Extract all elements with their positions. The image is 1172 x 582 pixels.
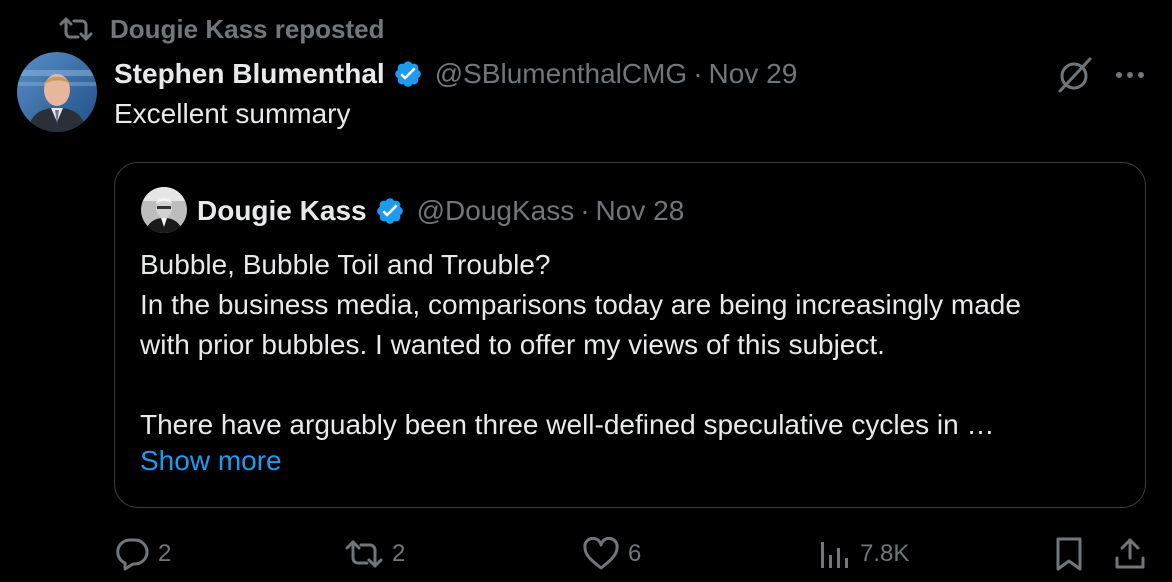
quoted-tweet-text: Bubble, Bubble Toil and Trouble? In the … — [140, 245, 1130, 445]
quoted-tweet-card[interactable]: Dougie Kass @DougKass · Nov 28 Bubble, B… — [114, 162, 1146, 508]
reply-count: 2 — [158, 540, 172, 567]
reply-button[interactable]: 2 — [114, 534, 171, 574]
repost-text: Dougie Kass reposted — [110, 13, 385, 44]
show-more-link[interactable]: Show more — [140, 445, 282, 477]
analytics-icon — [818, 538, 852, 570]
views-button[interactable]: 7.8K — [818, 534, 909, 574]
like-button[interactable]: 6 — [582, 534, 641, 574]
repost-icon — [58, 16, 94, 42]
quoted-tweet-header: Dougie Kass @DougKass · Nov 28 — [197, 191, 684, 231]
avatar[interactable] — [17, 52, 97, 132]
repost-attribution[interactable]: Dougie Kass reposted — [58, 12, 385, 46]
tweet-header: Stephen Blumenthal @SBlumenthalCMG · Nov… — [114, 54, 797, 94]
author-handle[interactable]: @SBlumenthalCMG — [435, 58, 688, 90]
quoted-text-line: There have arguably been three well-defi… — [140, 409, 995, 440]
quoted-post-date[interactable]: Nov 28 — [596, 195, 685, 227]
repost-count: 2 — [392, 540, 406, 567]
share-icon — [1112, 536, 1148, 572]
paragraph-break — [140, 365, 1130, 405]
heart-icon — [582, 537, 620, 571]
post-date[interactable]: Nov 29 — [709, 58, 798, 90]
quoted-text-line: In the business media, comparisons today… — [140, 289, 1021, 320]
verified-badge-icon — [393, 59, 423, 89]
reply-icon — [114, 537, 150, 571]
quoted-author-name[interactable]: Dougie Kass — [197, 195, 367, 227]
grok-icon[interactable] — [1054, 55, 1096, 100]
share-button[interactable] — [1112, 534, 1148, 574]
quoted-verified-badge-icon — [375, 196, 405, 226]
repost-button[interactable]: 2 — [344, 534, 405, 574]
tweet-text: Excellent summary — [114, 98, 351, 129]
quoted-separator-dot: · — [580, 195, 590, 226]
quoted-text-line: with prior bubbles. I wanted to offer my… — [140, 329, 885, 360]
separator-dot: · — [693, 58, 703, 89]
view-count: 7.8K — [860, 540, 910, 567]
more-options-icon[interactable] — [1114, 60, 1146, 95]
quoted-text-line: Bubble, Bubble Toil and Trouble? — [140, 249, 551, 280]
quoted-author-handle[interactable]: @DougKass — [417, 195, 575, 227]
quoted-avatar[interactable] — [141, 187, 187, 233]
repost-icon — [344, 539, 384, 569]
bookmark-icon — [1052, 536, 1086, 572]
bookmark-button[interactable] — [1052, 534, 1086, 574]
like-count: 6 — [628, 540, 642, 567]
author-name[interactable]: Stephen Blumenthal — [114, 58, 385, 90]
